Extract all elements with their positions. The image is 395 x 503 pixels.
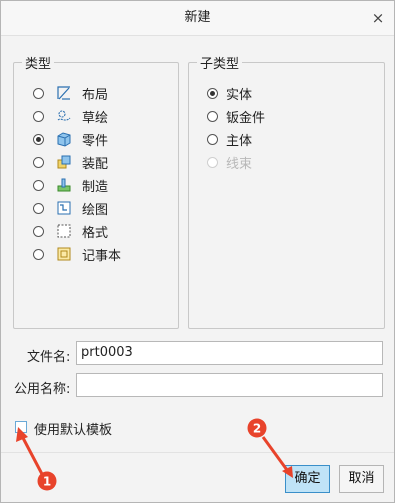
annotation-arrow-1 — [16, 427, 45, 477]
annotation-marker-1-label: 1 — [43, 475, 51, 489]
annotation-overlay: 1 2 — [16, 418, 293, 491]
annotation-arrow-2 — [261, 436, 293, 478]
annotation-marker-2-label: 2 — [253, 422, 261, 436]
